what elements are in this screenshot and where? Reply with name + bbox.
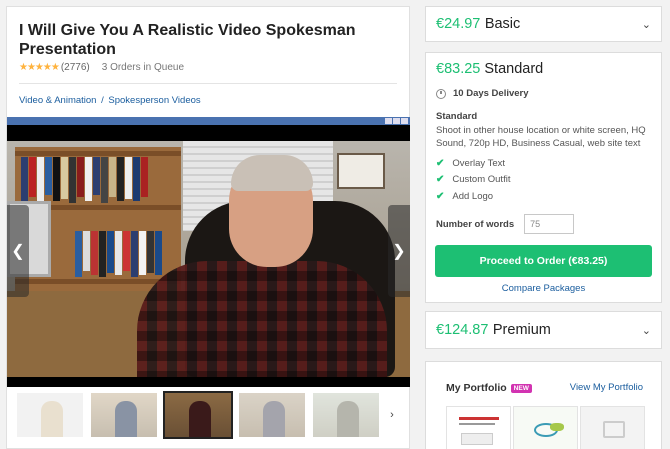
package-premium[interactable]: €124.87 Premium ⌄ bbox=[425, 311, 662, 349]
orders-in-queue: 3 Orders in Queue bbox=[101, 62, 184, 73]
package-standard: €83.25 Standard 10 Days Delivery Standar… bbox=[425, 52, 662, 303]
portfolio-items bbox=[446, 406, 645, 449]
proceed-to-order-button[interactable]: Proceed to Order (€83.25) bbox=[435, 245, 652, 277]
breadcrumb-subcategory[interactable]: Spokesperson Videos bbox=[108, 95, 200, 106]
rating-count[interactable]: (2776) bbox=[61, 62, 90, 73]
feature-item: ✔ Add Logo bbox=[436, 190, 494, 202]
package-features: ✔ Overlay Text ✔ Custom Outfit ✔ Add Logo bbox=[436, 155, 510, 205]
thumbnails-next-button[interactable]: › bbox=[385, 391, 399, 439]
check-icon: ✔ bbox=[436, 190, 445, 202]
chevron-down-icon: ⌄ bbox=[641, 324, 651, 337]
gallery-thumbnail[interactable] bbox=[237, 391, 307, 439]
package-standard-name: Standard bbox=[484, 61, 544, 77]
chevron-left-icon: ❮ bbox=[11, 243, 25, 260]
gallery-next-button[interactable]: ❯ bbox=[388, 205, 410, 297]
package-description: Shoot in other house location or white s… bbox=[436, 125, 646, 149]
number-of-words-label: Number of words bbox=[436, 218, 515, 230]
gallery-thumbnail-active[interactable] bbox=[163, 391, 233, 439]
package-standard-price: €83.25 bbox=[436, 61, 481, 77]
number-of-words-row: Number of words bbox=[436, 214, 575, 234]
feature-item: ✔ Custom Outfit bbox=[436, 174, 511, 186]
package-basic-name: Basic bbox=[484, 16, 521, 32]
gallery-thumbnail[interactable] bbox=[311, 391, 381, 439]
gig-overview-panel: I Will Give You A Realistic Video Spokes… bbox=[6, 6, 410, 449]
gig-title: I Will Give You A Realistic Video Spokes… bbox=[19, 22, 356, 58]
feature-item: ✔ Overlay Text bbox=[436, 157, 506, 169]
package-basic[interactable]: €24.97 Basic ⌄ bbox=[425, 6, 662, 42]
view-portfolio-link[interactable]: View My Portfolio bbox=[570, 382, 643, 393]
breadcrumb-category[interactable]: Video & Animation bbox=[19, 95, 96, 106]
compare-packages-link[interactable]: Compare Packages bbox=[426, 283, 661, 294]
package-premium-header[interactable]: €124.87 Premium ⌄ bbox=[426, 312, 661, 348]
gig-video-player[interactable]: ❮ ❯ bbox=[7, 117, 410, 387]
wall-frame-image bbox=[337, 153, 385, 189]
portfolio-item[interactable] bbox=[446, 406, 511, 449]
check-icon: ✔ bbox=[436, 174, 445, 186]
gallery-thumbnail[interactable] bbox=[15, 391, 85, 439]
speaker-hair bbox=[231, 155, 313, 191]
check-icon: ✔ bbox=[436, 157, 445, 169]
gallery-thumbnail[interactable] bbox=[89, 391, 159, 439]
breadcrumb-separator: / bbox=[101, 95, 104, 106]
portfolio-item[interactable] bbox=[580, 406, 645, 449]
clock-icon bbox=[436, 88, 446, 99]
package-basic-header[interactable]: €24.97 Basic ⌄ bbox=[426, 7, 661, 41]
chevron-right-icon: ❯ bbox=[392, 243, 406, 260]
rating-row: ★★★★★ (2776) 3 Orders in Queue bbox=[19, 62, 184, 73]
gallery-prev-button[interactable]: ❮ bbox=[7, 205, 29, 297]
portfolio-title: My Portfolio NEW bbox=[446, 382, 532, 394]
portfolio-card: My Portfolio NEW View My Portfolio bbox=[425, 361, 662, 449]
gallery-thumbnails: › bbox=[7, 390, 410, 440]
package-premium-price: €124.87 bbox=[436, 322, 489, 338]
portfolio-item[interactable] bbox=[513, 406, 578, 449]
delivery-time: 10 Days Delivery bbox=[436, 88, 529, 99]
delivery-text: 10 Days Delivery bbox=[453, 88, 529, 99]
package-standard-header: €83.25 Standard bbox=[436, 61, 543, 77]
video-frame bbox=[7, 141, 410, 377]
number-of-words-input[interactable] bbox=[524, 214, 575, 234]
video-window-titlebar bbox=[7, 117, 410, 125]
divider bbox=[19, 83, 397, 84]
package-basic-price: €24.97 bbox=[436, 16, 481, 32]
chevron-right-icon: › bbox=[390, 409, 394, 421]
image-placeholder-icon bbox=[603, 421, 625, 438]
new-badge: NEW bbox=[510, 383, 532, 393]
rating-stars: ★★★★★ bbox=[19, 62, 60, 73]
breadcrumb: Video & Animation / Spokesperson Videos bbox=[19, 95, 201, 106]
chevron-down-icon: ⌄ bbox=[641, 18, 651, 31]
package-premium-name: Premium bbox=[492, 322, 551, 338]
package-label: Standard bbox=[436, 111, 478, 122]
